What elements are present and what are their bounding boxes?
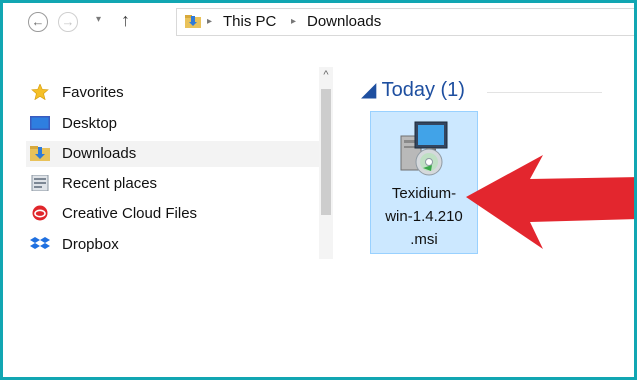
chevron-up-icon: ^: [323, 69, 329, 81]
breadcrumb-separator: ▸: [207, 16, 213, 27]
nav-pane-scrollbar[interactable]: ^: [319, 67, 333, 259]
nav-item-recent-places[interactable]: Recent places: [28, 171, 323, 197]
breadcrumb-downloads[interactable]: Downloads: [307, 13, 381, 30]
back-button[interactable]: ←: [28, 12, 48, 32]
group-header-divider: [487, 92, 602, 93]
up-button[interactable]: ↑: [121, 10, 130, 31]
scroll-thumb[interactable]: [321, 89, 331, 215]
nav-item-desktop[interactable]: Desktop: [28, 111, 323, 137]
downloads-folder-icon: [30, 146, 50, 161]
file-name: Texidium- win-1.4.210 .msi: [371, 182, 477, 251]
chevron-down-icon: ▾: [96, 14, 102, 25]
nav-item-favorites[interactable]: Favorites: [28, 80, 323, 106]
scroll-up-button[interactable]: ^: [319, 69, 333, 81]
file-name-line: Texidium-: [391, 185, 457, 202]
address-bar[interactable]: ▸ This PC ▸ Downloads: [176, 8, 634, 36]
forward-button[interactable]: →: [58, 12, 78, 32]
nav-item-creative-cloud[interactable]: Creative Cloud Files: [28, 201, 323, 227]
file-name-line: .msi: [410, 231, 438, 248]
msi-installer-icon: [400, 121, 448, 176]
recent-places-icon: [31, 175, 49, 191]
nav-item-label: Favorites: [62, 84, 124, 101]
nav-item-label: Creative Cloud Files: [62, 205, 198, 222]
group-header-today[interactable]: ◢ Today (1): [361, 77, 465, 102]
star-icon: [31, 84, 49, 100]
back-arrow-icon: ←: [31, 14, 45, 29]
breadcrumb-separator: ▸: [291, 16, 297, 27]
explorer-window: ← → ▾ ↑ ▸ This PC ▸ Downloads Favorites: [0, 0, 637, 380]
nav-item-label: Desktop: [62, 115, 118, 132]
navigation-bar: ← → ▾ ↑ ▸ This PC ▸ Downloads: [3, 3, 634, 43]
nav-item-downloads[interactable]: Downloads: [26, 141, 321, 167]
downloads-folder-icon: [185, 15, 201, 28]
annotation-arrow: [466, 155, 634, 249]
nav-item-label: Recent places: [62, 175, 158, 192]
creative-cloud-icon: [32, 205, 48, 221]
dropbox-icon: [30, 237, 50, 249]
nav-item-label: Dropbox: [62, 236, 119, 253]
nav-item-label: Downloads: [62, 145, 137, 162]
desktop-icon: [30, 116, 50, 130]
file-item-texidium-msi[interactable]: Texidium- win-1.4.210 .msi: [370, 111, 478, 254]
nav-item-dropbox[interactable]: Dropbox: [28, 232, 323, 258]
breadcrumb-this-pc[interactable]: This PC: [223, 13, 276, 30]
recent-locations-dropdown[interactable]: ▾: [96, 14, 101, 25]
forward-arrow-icon: →: [61, 14, 75, 29]
navigation-pane: Favorites Desktop Downloads Recent place…: [3, 71, 321, 271]
up-arrow-icon: ↑: [121, 10, 130, 30]
file-name-line: win-1.4.210: [385, 208, 463, 225]
